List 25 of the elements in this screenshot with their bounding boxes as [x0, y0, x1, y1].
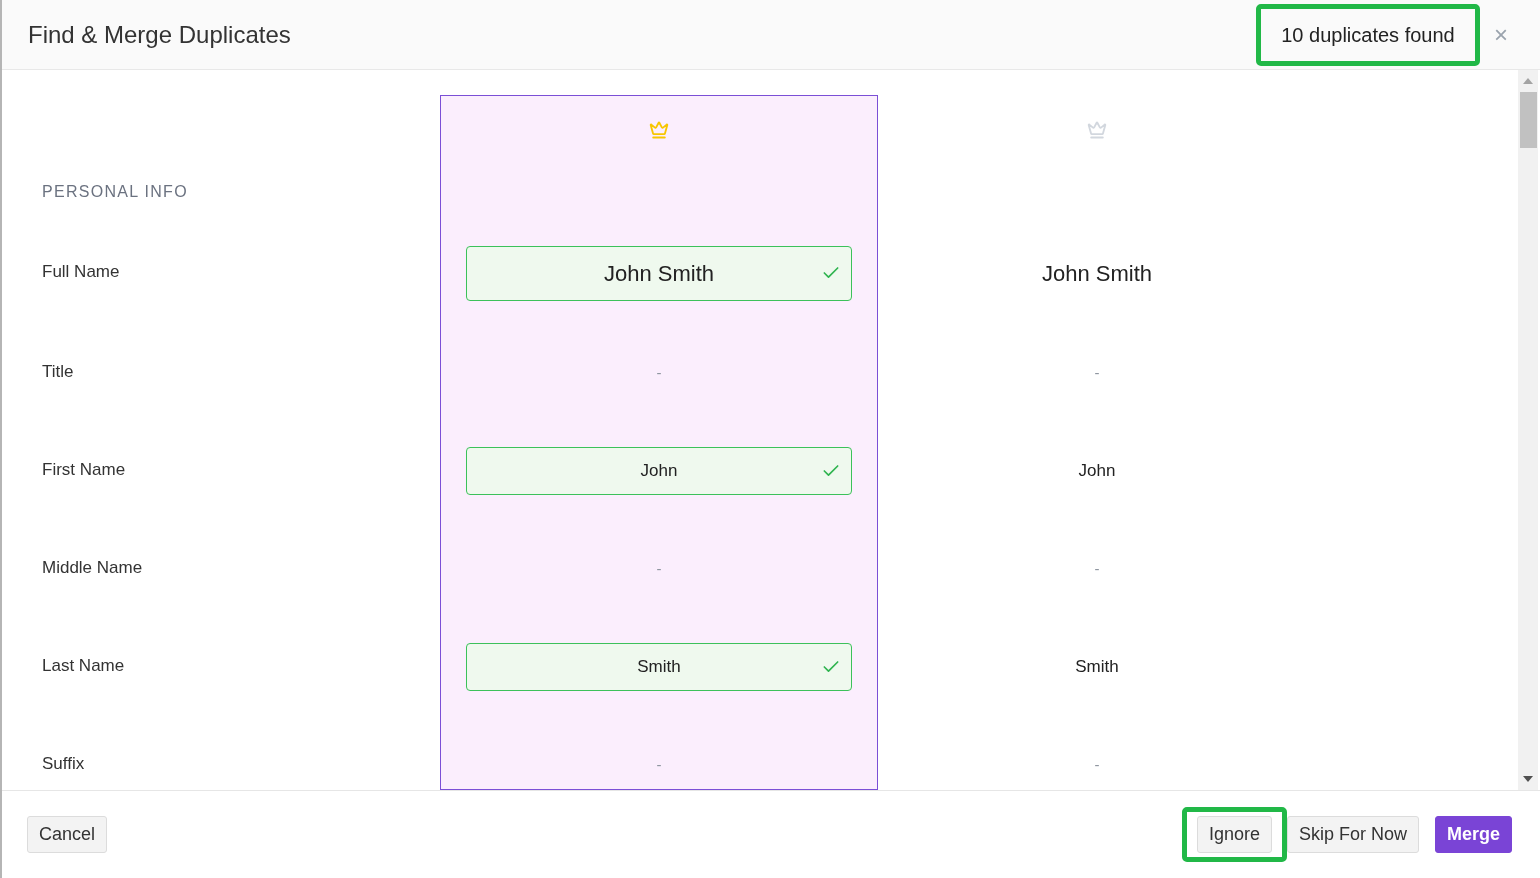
scroll-up-icon[interactable]	[1523, 78, 1533, 84]
selected-value-field[interactable]: John	[466, 447, 852, 495]
field-value[interactable]: Smith	[1075, 654, 1119, 680]
field-value[interactable]: John	[1078, 458, 1116, 484]
footer-button[interactable]: Skip For Now	[1286, 816, 1419, 853]
merge-button[interactable]: Merge	[1435, 816, 1512, 853]
field-label: Suffix	[42, 753, 85, 776]
field-label: Title	[42, 361, 74, 384]
crown-icon[interactable]	[648, 120, 670, 140]
scrollbar[interactable]	[1518, 70, 1538, 790]
footer-button[interactable]: Ignore	[1196, 816, 1272, 853]
duplicates-count: 10 duplicates found	[1281, 22, 1455, 48]
selected-value-field[interactable]: Smith	[466, 643, 852, 691]
selected-value-field[interactable]: John Smith	[466, 245, 852, 301]
crown-icon[interactable]	[1086, 120, 1108, 140]
field-value[interactable]: John Smith	[1041, 256, 1153, 290]
field-label: Last Name	[42, 655, 125, 678]
section-heading: PERSONAL INFO	[42, 182, 188, 202]
footer-button[interactable]: Cancel	[27, 816, 108, 853]
dialog-title: Find & Merge Duplicates	[28, 19, 291, 50]
field-label: First Name	[42, 459, 126, 482]
field-label: Full Name	[42, 261, 120, 284]
scroll-down-icon[interactable]	[1523, 776, 1533, 782]
scrollbar-thumb[interactable]	[1519, 92, 1537, 148]
field-label: Middle Name	[42, 557, 143, 580]
